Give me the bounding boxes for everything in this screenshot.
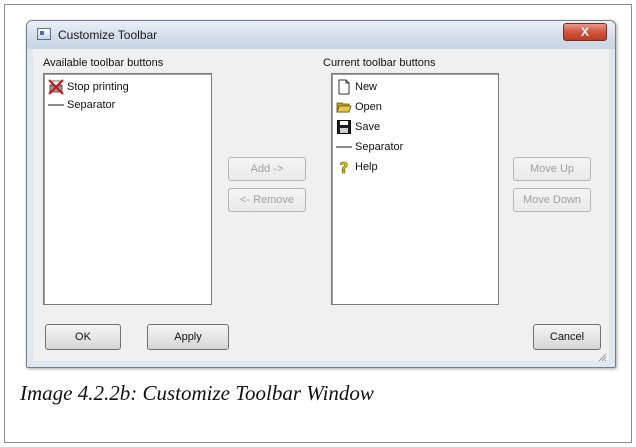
list-item-label: Separator: [355, 141, 404, 153]
remove-button[interactable]: <- Remove: [228, 188, 306, 212]
available-buttons-list[interactable]: Stop printing Separator: [43, 73, 212, 305]
ok-button[interactable]: OK: [45, 324, 121, 350]
figure-caption: Image 4.2.2b: Customize Toolbar Window: [20, 381, 374, 405]
list-item[interactable]: Separator: [336, 138, 403, 156]
apply-button[interactable]: Apply: [147, 324, 229, 350]
customize-toolbar-dialog: Customize Toolbar X Available toolbar bu…: [26, 20, 616, 368]
current-buttons-list[interactable]: New Open Save Separator ? Help: [331, 73, 499, 305]
open-folder-icon: [336, 99, 352, 115]
list-item[interactable]: Open: [336, 98, 382, 116]
list-item-label: Save: [355, 121, 381, 133]
list-item-label: Help: [355, 161, 378, 173]
current-buttons-label: Current toolbar buttons: [323, 57, 436, 69]
separator-icon: [336, 139, 352, 155]
list-item-label: New: [355, 81, 378, 93]
close-button[interactable]: X: [563, 23, 607, 41]
list-item[interactable]: Save: [336, 118, 380, 136]
list-item-label: Open: [355, 101, 382, 113]
list-item[interactable]: ? Help: [336, 158, 378, 178]
title-bar[interactable]: Customize Toolbar X: [27, 21, 615, 49]
move-down-button[interactable]: Move Down: [513, 188, 591, 212]
cancel-button[interactable]: Cancel: [533, 324, 601, 350]
separator-icon: [48, 97, 64, 113]
stop-printing-icon: [48, 79, 64, 95]
list-item[interactable]: Stop printing: [48, 78, 129, 96]
help-icon: ?: [336, 159, 352, 178]
add-button[interactable]: Add ->: [228, 157, 306, 181]
available-buttons-label: Available toolbar buttons: [43, 57, 164, 69]
list-item[interactable]: Separator: [48, 96, 115, 114]
list-item-label: Stop printing: [67, 81, 129, 93]
floppy-disk-icon: [336, 119, 352, 135]
window-icon: [37, 28, 51, 40]
list-item-label: Separator: [67, 99, 116, 111]
dialog-client-area: Available toolbar buttons Stop printing: [33, 49, 609, 362]
move-up-button[interactable]: Move Up: [513, 157, 591, 181]
svg-text:?: ?: [340, 159, 349, 175]
close-icon: X: [580, 25, 589, 39]
resize-grip-icon[interactable]: [597, 349, 607, 362]
new-document-icon: [336, 79, 352, 95]
list-item[interactable]: New: [336, 78, 377, 96]
window-title: Customize Toolbar: [58, 28, 158, 42]
